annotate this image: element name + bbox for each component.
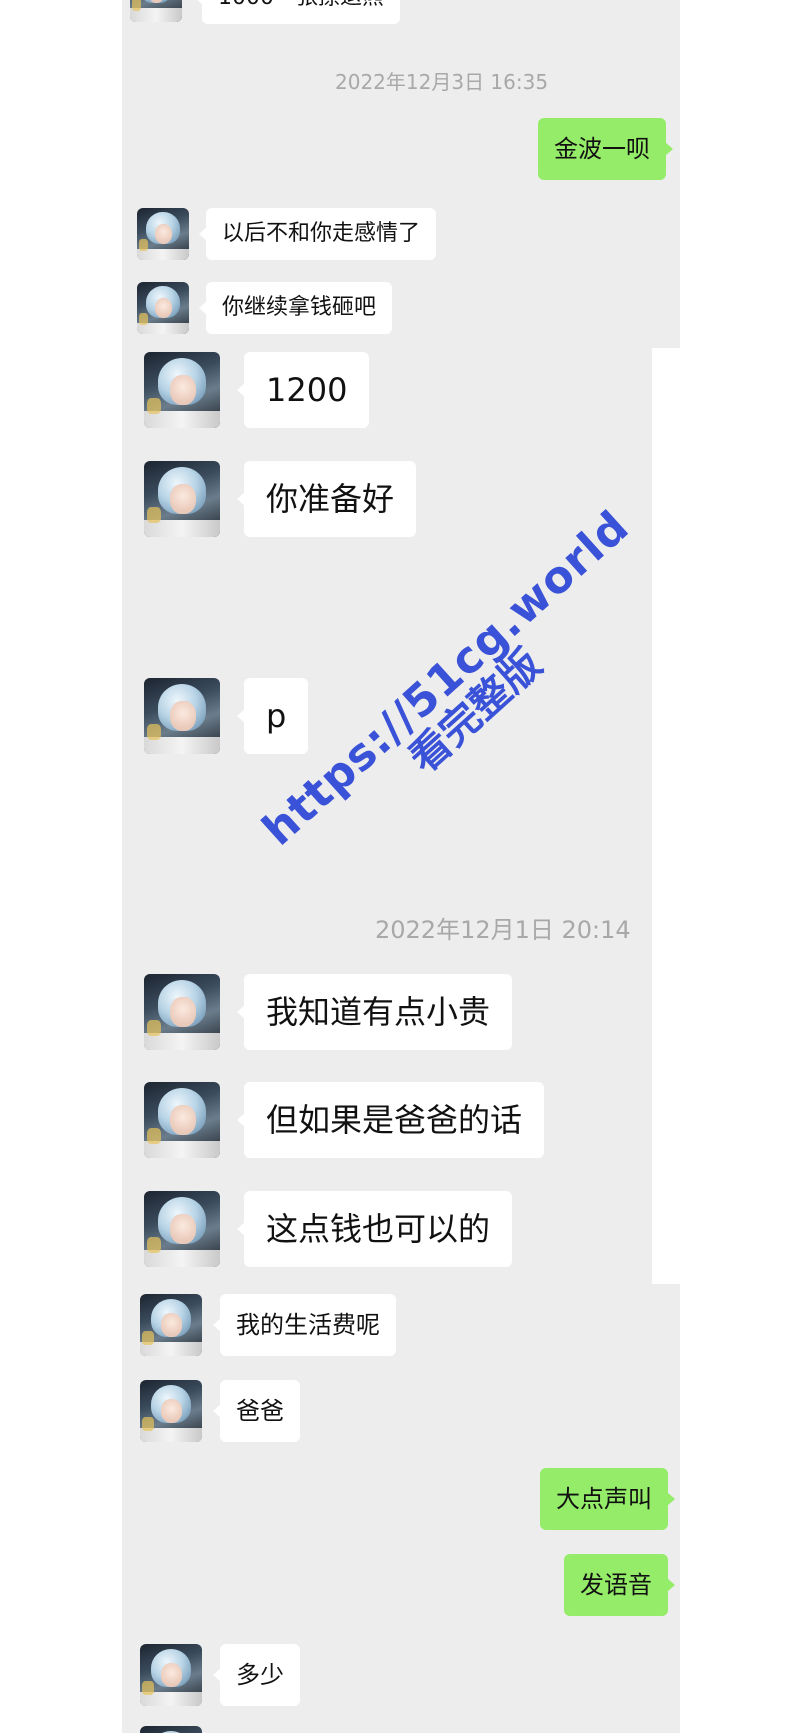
message-text: 你准备好 [266, 480, 395, 518]
chat-panel-bottom: 我的生活费呢 爸爸 大点声叫 发语音 多少 [122, 1284, 680, 1733]
contact-avatar[interactable] [144, 352, 220, 428]
message-text: 发语音 [580, 1571, 652, 1599]
message-bubble[interactable]: 多少 [213, 1644, 300, 1706]
message-text: 但如果是爸爸的话 [266, 1101, 523, 1139]
contact-avatar[interactable] [137, 208, 189, 260]
contact-avatar[interactable] [130, 0, 182, 22]
message-text: 以后不和你走感情了 [222, 221, 421, 246]
contact-avatar[interactable] [140, 1644, 202, 1706]
message-text: 你继续拿钱砸吧 [222, 295, 377, 320]
timestamp: 2022年12月3日 16:35 [335, 70, 549, 94]
message-text: 爸爸 [236, 1397, 284, 1425]
contact-avatar[interactable] [137, 282, 189, 334]
message-bubble[interactable]: 但如果是爸爸的话 [236, 1082, 545, 1158]
timestamp: 2022年12月1日 20:14 [375, 916, 631, 944]
message-text: p [266, 697, 287, 735]
message-bubble[interactable]: 1000一张撩退熊 [195, 0, 400, 24]
message-bubble[interactable]: 你继续拿钱砸吧 [198, 282, 393, 334]
message-text: 1000一张撩退熊 [218, 0, 384, 9]
contact-avatar[interactable] [140, 1380, 202, 1442]
message-bubble[interactable]: 爸爸 [213, 1380, 300, 1442]
message-text: 1200 [266, 371, 348, 409]
contact-avatar[interactable] [144, 1082, 220, 1158]
message-text: 我的生活费呢 [236, 1311, 380, 1339]
message-bubble-self[interactable]: 发语音 [564, 1554, 675, 1616]
chat-panel-middle: 1200 你准备好 p 2022年12月1日 20:14 我知道有点小贵 但如果… [122, 348, 652, 1284]
message-text: 这点钱也可以的 [266, 1210, 491, 1248]
message-bubble-self[interactable]: 金波一呗 [538, 118, 673, 180]
message-bubble[interactable]: p [236, 678, 309, 754]
message-text: 金波一呗 [554, 135, 650, 163]
message-bubble[interactable]: 你准备好 [236, 461, 417, 537]
message-bubble[interactable]: 1200 [236, 352, 370, 428]
chat-panel-top: 1000一张撩退熊 2022年12月3日 16:35 金波一呗 以后不和你走感情… [122, 0, 680, 348]
message-bubble[interactable]: 我知道有点小贵 [236, 974, 513, 1050]
message-text: 多少 [236, 1661, 284, 1689]
message-bubble-self[interactable]: 大点声叫 [540, 1468, 675, 1530]
contact-avatar[interactable] [140, 1294, 202, 1356]
message-text: 大点声叫 [556, 1485, 652, 1513]
message-text: 我知道有点小贵 [266, 993, 491, 1031]
message-bubble[interactable]: 以后不和你走感情了 [198, 208, 437, 260]
message-bubble[interactable]: 这点钱也可以的 [236, 1191, 513, 1267]
contact-avatar[interactable] [144, 678, 220, 754]
message-bubble[interactable]: 我的生活费呢 [213, 1294, 396, 1356]
contact-avatar[interactable] [144, 974, 220, 1050]
contact-avatar[interactable] [140, 1726, 202, 1733]
contact-avatar[interactable] [144, 1191, 220, 1267]
contact-avatar[interactable] [144, 461, 220, 537]
